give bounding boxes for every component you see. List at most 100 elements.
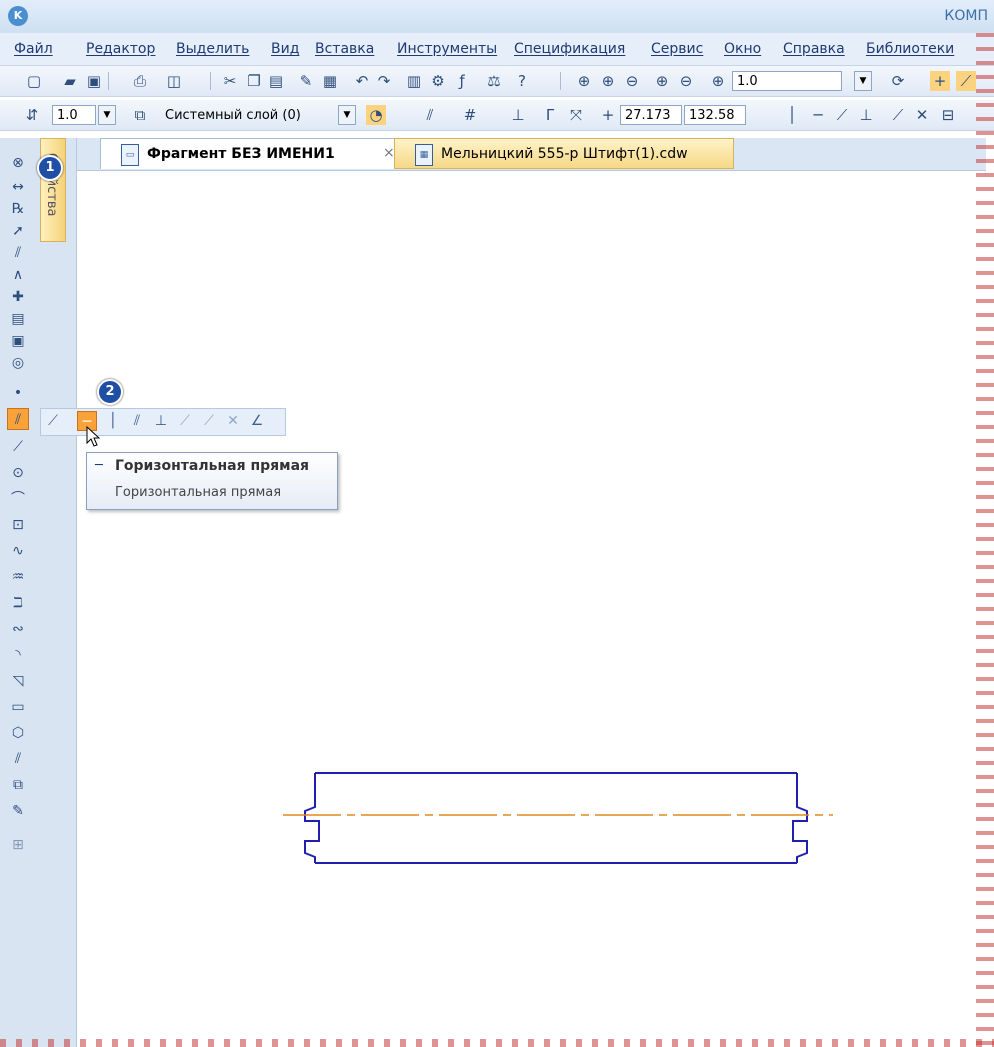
tab-fragment[interactable]: ▭ Фрагмент БЕЗ ИМЕНИ1 × xyxy=(100,138,400,169)
menu-insert[interactable]: Вставка xyxy=(315,41,374,57)
tangent-line-tool-icon[interactable]: ⟋ xyxy=(175,411,195,431)
segment-tool-icon[interactable]: ⟋ xyxy=(7,436,29,458)
parametrization-group-icon[interactable]: ⫽ xyxy=(7,242,29,264)
new-document-icon[interactable]: ▢ xyxy=(24,71,44,91)
chamfer-tool-icon[interactable]: ◹ xyxy=(7,670,29,692)
horizontal-line-icon[interactable]: ─ xyxy=(808,105,828,125)
spline-tool-icon[interactable]: ∿ xyxy=(7,540,29,562)
layer-select[interactable]: Системный слой (0) xyxy=(160,105,338,125)
menu-select[interactable]: Выделить xyxy=(176,41,249,57)
save-icon[interactable]: ▣ xyxy=(84,71,104,91)
geometry-group-icon[interactable]: ⊗ xyxy=(7,152,29,174)
fillet-tool-icon[interactable]: ◝ xyxy=(7,644,29,666)
close-tab-icon[interactable]: × xyxy=(383,145,395,161)
help-pointer-icon[interactable]: ? xyxy=(512,71,532,91)
coord-y-field[interactable]: 132.58 xyxy=(684,105,746,125)
zoom-dropdown-icon[interactable]: ▼ xyxy=(854,71,872,91)
designations-group-icon[interactable]: ℞ xyxy=(7,198,29,220)
cursor-coords-icon[interactable]: + xyxy=(598,105,618,125)
open-icon[interactable]: ▰ xyxy=(60,71,80,91)
zoom-out-area-icon[interactable]: ⊖ xyxy=(622,71,642,91)
bisector-tool-icon[interactable]: ✕ xyxy=(223,411,243,431)
contour-tool-icon[interactable]: ⧉ xyxy=(7,774,29,796)
macro-tool-icon[interactable]: ✎ xyxy=(7,800,29,822)
reports-group-icon[interactable]: ▣ xyxy=(7,330,29,352)
parallel-icon[interactable]: ⫽ xyxy=(420,105,440,125)
line-scale-dropdown-icon[interactable]: ▼ xyxy=(98,105,116,125)
redo-icon[interactable]: ↷ xyxy=(374,71,394,91)
menu-view[interactable]: Вид xyxy=(271,41,299,57)
vertical-line-icon[interactable]: │ xyxy=(782,105,802,125)
zoom-input[interactable]: 1.0 xyxy=(732,71,842,91)
angle-line-tool-icon[interactable]: ∠ xyxy=(247,411,267,431)
editing-group-icon[interactable]: ➚ xyxy=(7,220,29,242)
print-icon[interactable]: ⎙ xyxy=(130,71,150,91)
preview-icon[interactable]: ◫ xyxy=(164,71,184,91)
ortho-icon[interactable]: ⟋ xyxy=(956,71,976,91)
snap-magnet-icon[interactable]: ◔ xyxy=(366,105,386,125)
menu-edit[interactable]: Редактор xyxy=(86,41,155,57)
cut-icon[interactable]: ✂ xyxy=(220,71,240,91)
curve-tool-icon[interactable]: ∾ xyxy=(7,618,29,640)
measure-icon[interactable]: ⚖ xyxy=(484,71,504,91)
tangent-two-line-tool-icon[interactable]: ⟋ xyxy=(199,411,219,431)
zoom-window-icon[interactable]: ⊕ xyxy=(574,71,594,91)
menu-specification[interactable]: Спецификация xyxy=(514,41,625,57)
polygon-tool-icon[interactable]: ⬡ xyxy=(7,722,29,744)
local-cs-icon[interactable]: ⊥ xyxy=(508,105,528,125)
copy-icon[interactable]: ❐ xyxy=(244,71,264,91)
menu-help[interactable]: Справка xyxy=(783,41,845,57)
properties-icon[interactable]: ▦ xyxy=(320,71,340,91)
menu-libraries[interactable]: Библиотеки xyxy=(866,41,954,57)
bezier-tool-icon[interactable]: ♒ xyxy=(7,566,29,588)
format-brush-icon[interactable]: ✎ xyxy=(296,71,316,91)
menu-tools[interactable]: Инструменты xyxy=(397,41,497,57)
auxiliary-line-tool-icon[interactable]: ⫽ xyxy=(7,408,29,430)
perpendicular-line-tool-icon[interactable]: ⊥ xyxy=(151,411,171,431)
menu-service[interactable]: Сервис xyxy=(651,41,703,57)
zoom-in-icon[interactable]: ⊕ xyxy=(652,71,672,91)
circle-tool-icon[interactable]: ⊙ xyxy=(7,462,29,484)
point-tool-icon[interactable]: • xyxy=(7,382,29,404)
variables-icon[interactable]: ƒ xyxy=(452,71,472,91)
tab-drawing[interactable]: ▦ Мельницкий 555-р Штифт(1).cdw xyxy=(394,138,734,169)
paste-icon[interactable]: ▤ xyxy=(266,71,286,91)
zoom-in-area-icon[interactable]: ⊕ xyxy=(598,71,618,91)
menu-window[interactable]: Окно xyxy=(724,41,761,57)
undo-icon[interactable]: ↶ xyxy=(352,71,372,91)
layers-icon[interactable]: ⧉ xyxy=(130,105,150,125)
auxiliary-line-icon[interactable]: ⟋ xyxy=(43,411,63,431)
perpendicular-icon[interactable]: ⊥ xyxy=(856,105,876,125)
snap-icon[interactable]: + xyxy=(930,71,950,91)
refresh-view-icon[interactable]: ⟳ xyxy=(888,71,908,91)
manager-icon[interactable]: ▥ xyxy=(404,71,424,91)
line-angle-icon[interactable]: ⟋ xyxy=(832,105,852,125)
menu-file[interactable]: Файл xyxy=(14,41,53,57)
arc-tool-icon[interactable]: ⌒ xyxy=(7,488,29,510)
rectangle-tool-icon[interactable]: ▭ xyxy=(7,696,29,718)
more-tools-icon[interactable]: ⊞ xyxy=(7,834,29,856)
parallel-line-tool-icon[interactable]: ⫽ xyxy=(127,411,147,431)
line-scale-input[interactable]: 1.0 xyxy=(52,105,96,125)
drawing-canvas[interactable] xyxy=(77,171,977,1041)
dimensions-group-icon[interactable]: ↔ xyxy=(7,176,29,198)
layer-dropdown-icon[interactable]: ▼ xyxy=(338,105,356,125)
polyline-tool-icon[interactable]: ℶ xyxy=(7,592,29,614)
zoom-scale-icon[interactable]: ⊕ xyxy=(708,71,728,91)
coordinates-icon[interactable]: ⤧ xyxy=(566,105,586,125)
trim-icon[interactable]: ⊟ xyxy=(938,105,958,125)
selection-group-icon[interactable]: ✚ xyxy=(7,286,29,308)
step-icon[interactable]: ⇵ xyxy=(22,105,42,125)
grid-icon[interactable]: # xyxy=(460,105,480,125)
insert-group-icon[interactable]: ◎ xyxy=(7,352,29,374)
library-icon[interactable]: ⚙ xyxy=(428,71,448,91)
ortho-mode-icon[interactable]: Γ xyxy=(540,105,560,125)
ellipse-tool-icon[interactable]: ⊡ xyxy=(7,514,29,536)
tangent-icon[interactable]: ⟋ xyxy=(888,105,908,125)
spec-group-icon[interactable]: ▤ xyxy=(7,308,29,330)
coord-x-field[interactable]: 27.173 xyxy=(620,105,682,125)
zoom-out-icon[interactable]: ⊖ xyxy=(676,71,696,91)
measure-group-icon[interactable]: ∧ xyxy=(7,264,29,286)
bisector-icon[interactable]: ✕ xyxy=(912,105,932,125)
hatch-tool-icon[interactable]: ⫽ xyxy=(7,748,29,770)
